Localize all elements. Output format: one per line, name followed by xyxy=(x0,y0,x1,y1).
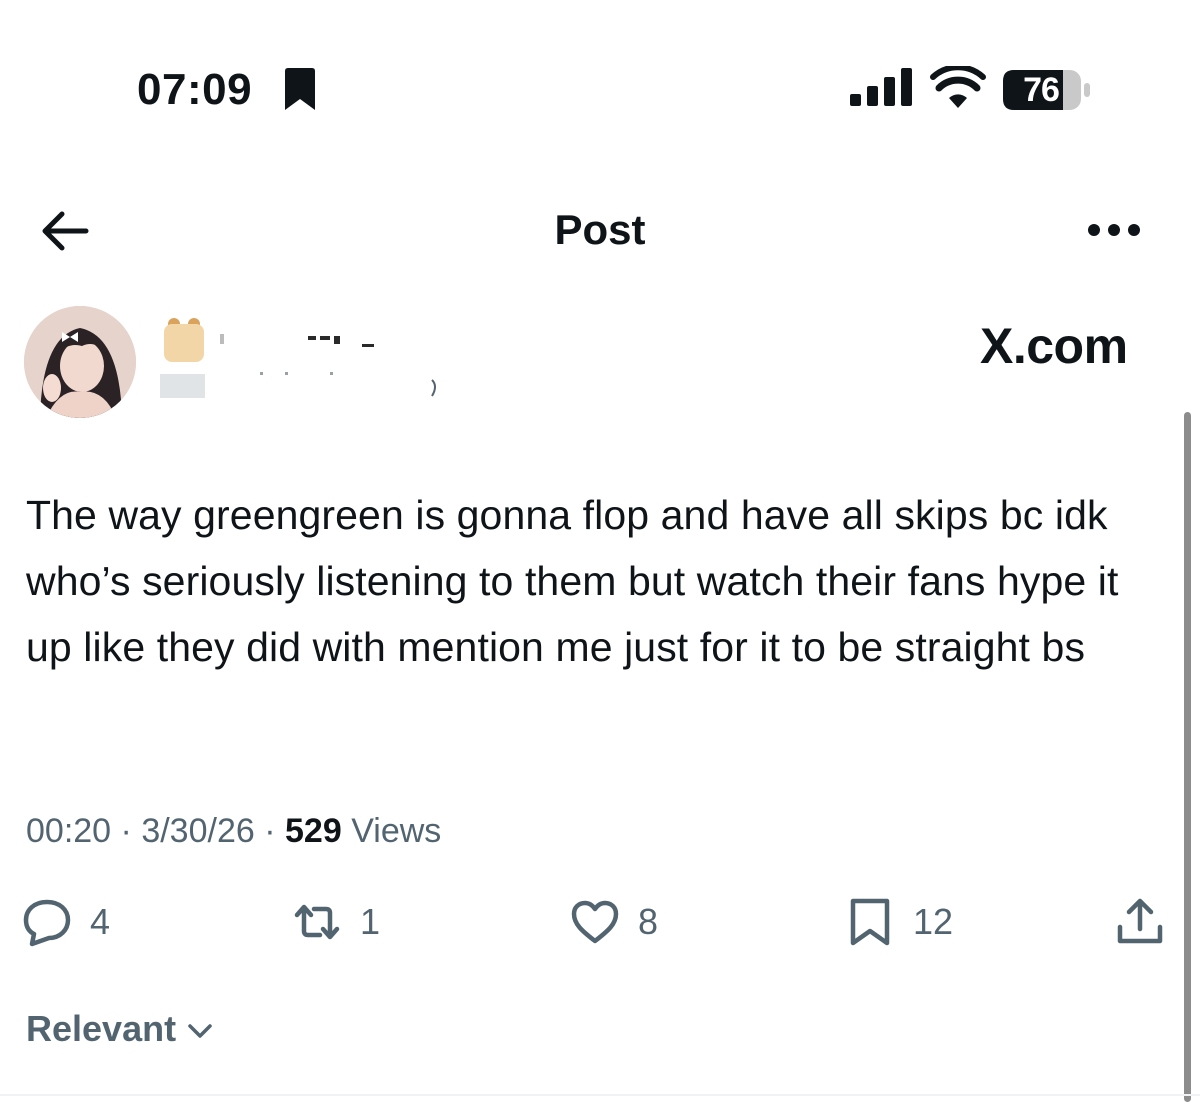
meta-separator: · xyxy=(120,812,132,850)
handle-redacted xyxy=(160,372,436,398)
post-date: 3/30/26 xyxy=(141,812,255,850)
repost-button[interactable]: 1 xyxy=(292,896,380,948)
battery-level: 76 xyxy=(1023,71,1060,109)
views-count: 529 xyxy=(285,812,342,850)
views-label: Views xyxy=(351,812,442,850)
sort-label: Relevant xyxy=(26,1008,177,1049)
heart-icon xyxy=(571,900,619,944)
avatar[interactable] xyxy=(24,306,136,418)
cellular-signal-icon xyxy=(850,68,912,106)
meta-separator: · xyxy=(264,812,276,850)
status-time: 07:09 xyxy=(137,65,253,114)
wifi-icon xyxy=(930,66,986,108)
like-count: 8 xyxy=(638,901,659,942)
display-name-redacted xyxy=(220,334,374,347)
bookmark-status-icon xyxy=(285,68,315,110)
post-time: 00:20 xyxy=(26,812,112,850)
emoji-icon xyxy=(164,318,204,362)
x-com-watermark: X.com xyxy=(980,318,1128,374)
bookmark-button[interactable]: 12 xyxy=(845,896,953,948)
bookmark-icon xyxy=(850,898,890,946)
reply-button[interactable]: 4 xyxy=(22,896,110,948)
scrollbar[interactable] xyxy=(1184,412,1191,1102)
repost-icon xyxy=(294,904,340,940)
post-text: The way greengreen is gonna flop and hav… xyxy=(26,492,1119,670)
share-button[interactable] xyxy=(1115,896,1165,948)
like-button[interactable]: 8 xyxy=(570,896,658,948)
reply-icon xyxy=(23,899,71,947)
post-meta: 00:20 · 3/30/26 · 529 Views xyxy=(26,808,441,854)
divider xyxy=(0,1094,1200,1096)
sort-replies-dropdown[interactable]: Relevant xyxy=(26,1006,214,1052)
page-title: Post xyxy=(554,206,646,253)
repost-count: 1 xyxy=(360,901,381,942)
chevron-down-icon xyxy=(188,1024,212,1038)
reply-count: 4 xyxy=(90,901,111,942)
avatar-photo-icon xyxy=(24,306,136,418)
more-options-icon[interactable] xyxy=(1086,222,1142,238)
share-icon xyxy=(1117,898,1163,944)
bookmark-count: 12 xyxy=(913,901,954,942)
